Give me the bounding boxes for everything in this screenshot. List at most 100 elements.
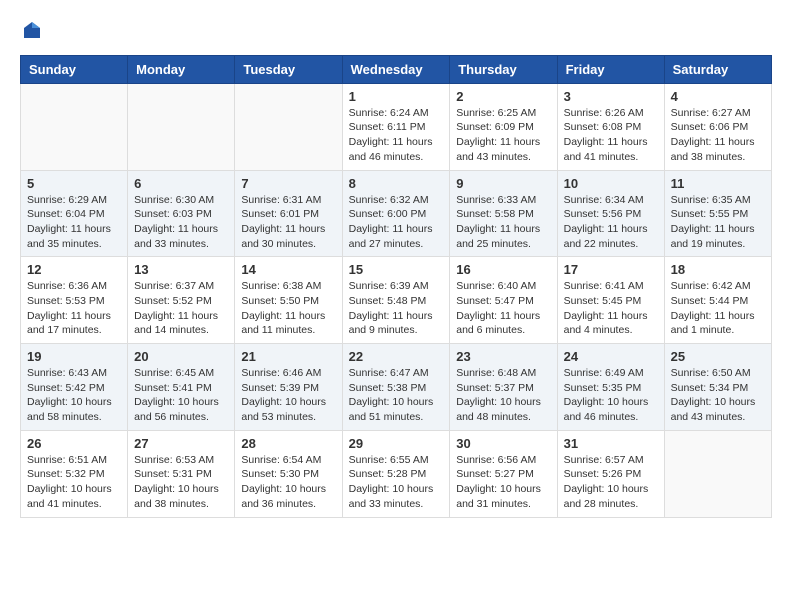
day-info: Sunrise: 6:54 AM Sunset: 5:30 PM Dayligh… [241, 453, 335, 512]
calendar-cell: 8 Sunrise: 6:32 AM Sunset: 6:00 PM Daylig… [342, 170, 450, 257]
calendar-cell: 9 Sunrise: 6:33 AM Sunset: 5:58 PM Daylig… [450, 170, 557, 257]
col-header-tuesday: Tuesday [235, 55, 342, 83]
day-info: Sunrise: 6:34 AM Sunset: 5:56 PM Dayligh… [564, 193, 658, 252]
day-number: 24 [564, 349, 658, 364]
day-info: Sunrise: 6:51 AM Sunset: 5:32 PM Dayligh… [27, 453, 121, 512]
day-number: 31 [564, 436, 658, 451]
day-info: Sunrise: 6:31 AM Sunset: 6:01 PM Dayligh… [241, 193, 335, 252]
calendar-cell [128, 83, 235, 170]
day-number: 29 [349, 436, 444, 451]
day-info: Sunrise: 6:56 AM Sunset: 5:27 PM Dayligh… [456, 453, 550, 512]
calendar-cell: 19 Sunrise: 6:43 AM Sunset: 5:42 PM Dayli… [21, 344, 128, 431]
day-number: 16 [456, 262, 550, 277]
calendar-cell [235, 83, 342, 170]
day-number: 8 [349, 176, 444, 191]
day-number: 11 [671, 176, 765, 191]
day-number: 19 [27, 349, 121, 364]
calendar-cell: 6Sunrise: 6:30 AM Sunset: 6:03 PM Daylig… [128, 170, 235, 257]
day-info: Sunrise: 6:47 AM Sunset: 5:38 PM Dayligh… [349, 366, 444, 425]
calendar-cell: 2Sunrise: 6:25 AM Sunset: 6:09 PM Daylig… [450, 83, 557, 170]
day-number: 4 [671, 89, 765, 104]
calendar-cell: 26 Sunrise: 6:51 AM Sunset: 5:32 PM Dayli… [21, 430, 128, 517]
day-info: Sunrise: 6:53 AM Sunset: 5:31 PM Dayligh… [134, 453, 228, 512]
day-number: 25 [671, 349, 765, 364]
day-number: 27 [134, 436, 228, 451]
header [20, 20, 772, 45]
day-info: Sunrise: 6:50 AM Sunset: 5:34 PM Dayligh… [671, 366, 765, 425]
day-number: 22 [349, 349, 444, 364]
day-number: 5 [27, 176, 121, 191]
day-info: Sunrise: 6:38 AM Sunset: 5:50 PM Dayligh… [241, 279, 335, 338]
col-header-saturday: Saturday [664, 55, 771, 83]
day-info: Sunrise: 6:42 AM Sunset: 5:44 PM Dayligh… [671, 279, 765, 338]
calendar-cell: 12Sunrise: 6:36 AM Sunset: 5:53 PM Dayli… [21, 257, 128, 344]
calendar-week-2: 12Sunrise: 6:36 AM Sunset: 5:53 PM Dayli… [21, 257, 772, 344]
calendar-cell: 5Sunrise: 6:29 AM Sunset: 6:04 PM Daylig… [21, 170, 128, 257]
day-info: Sunrise: 6:27 AM Sunset: 6:06 PM Dayligh… [671, 106, 765, 165]
calendar-cell: 1 Sunrise: 6:24 AM Sunset: 6:11 PM Daylig… [342, 83, 450, 170]
calendar-cell: 13 Sunrise: 6:37 AM Sunset: 5:52 PM Dayli… [128, 257, 235, 344]
day-number: 13 [134, 262, 228, 277]
calendar-cell: 23Sunrise: 6:48 AM Sunset: 5:37 PM Dayli… [450, 344, 557, 431]
logo-text [20, 20, 42, 45]
calendar-week-3: 19 Sunrise: 6:43 AM Sunset: 5:42 PM Dayli… [21, 344, 772, 431]
calendar-cell: 15Sunrise: 6:39 AM Sunset: 5:48 PM Dayli… [342, 257, 450, 344]
calendar-cell: 17Sunrise: 6:41 AM Sunset: 5:45 PM Dayli… [557, 257, 664, 344]
day-info: Sunrise: 6:57 AM Sunset: 5:26 PM Dayligh… [564, 453, 658, 512]
day-number: 26 [27, 436, 121, 451]
day-number: 18 [671, 262, 765, 277]
calendar-cell: 11 Sunrise: 6:35 AM Sunset: 5:55 PM Dayli… [664, 170, 771, 257]
calendar-cell: 28Sunrise: 6:54 AM Sunset: 5:30 PM Dayli… [235, 430, 342, 517]
day-info: Sunrise: 6:32 AM Sunset: 6:00 PM Dayligh… [349, 193, 444, 252]
calendar-cell: 27 Sunrise: 6:53 AM Sunset: 5:31 PM Dayli… [128, 430, 235, 517]
day-info: Sunrise: 6:24 AM Sunset: 6:11 PM Dayligh… [349, 106, 444, 165]
day-info: Sunrise: 6:26 AM Sunset: 6:08 PM Dayligh… [564, 106, 658, 165]
calendar-cell [21, 83, 128, 170]
calendar-cell: 20Sunrise: 6:45 AM Sunset: 5:41 PM Dayli… [128, 344, 235, 431]
day-info: Sunrise: 6:55 AM Sunset: 5:28 PM Dayligh… [349, 453, 444, 512]
day-info: Sunrise: 6:33 AM Sunset: 5:58 PM Dayligh… [456, 193, 550, 252]
calendar-week-0: 1 Sunrise: 6:24 AM Sunset: 6:11 PM Daylig… [21, 83, 772, 170]
day-number: 3 [564, 89, 658, 104]
day-info: Sunrise: 6:48 AM Sunset: 5:37 PM Dayligh… [456, 366, 550, 425]
calendar-week-4: 26 Sunrise: 6:51 AM Sunset: 5:32 PM Dayli… [21, 430, 772, 517]
day-number: 21 [241, 349, 335, 364]
day-number: 10 [564, 176, 658, 191]
day-info: Sunrise: 6:37 AM Sunset: 5:52 PM Dayligh… [134, 279, 228, 338]
calendar: SundayMondayTuesdayWednesdayThursdayFrid… [20, 55, 772, 518]
day-number: 20 [134, 349, 228, 364]
day-info: Sunrise: 6:46 AM Sunset: 5:39 PM Dayligh… [241, 366, 335, 425]
col-header-sunday: Sunday [21, 55, 128, 83]
calendar-cell: 22 Sunrise: 6:47 AM Sunset: 5:38 PM Dayli… [342, 344, 450, 431]
logo [20, 20, 42, 45]
col-header-thursday: Thursday [450, 55, 557, 83]
day-info: Sunrise: 6:35 AM Sunset: 5:55 PM Dayligh… [671, 193, 765, 252]
col-header-friday: Friday [557, 55, 664, 83]
day-number: 30 [456, 436, 550, 451]
calendar-cell: 25 Sunrise: 6:50 AM Sunset: 5:34 PM Dayli… [664, 344, 771, 431]
day-info: Sunrise: 6:49 AM Sunset: 5:35 PM Dayligh… [564, 366, 658, 425]
day-info: Sunrise: 6:43 AM Sunset: 5:42 PM Dayligh… [27, 366, 121, 425]
day-number: 1 [349, 89, 444, 104]
day-number: 15 [349, 262, 444, 277]
logo-icon [22, 20, 42, 40]
day-info: Sunrise: 6:25 AM Sunset: 6:09 PM Dayligh… [456, 106, 550, 165]
day-info: Sunrise: 6:41 AM Sunset: 5:45 PM Dayligh… [564, 279, 658, 338]
day-number: 9 [456, 176, 550, 191]
day-number: 14 [241, 262, 335, 277]
page: SundayMondayTuesdayWednesdayThursdayFrid… [0, 0, 792, 528]
calendar-cell: 24 Sunrise: 6:49 AM Sunset: 5:35 PM Dayli… [557, 344, 664, 431]
col-header-monday: Monday [128, 55, 235, 83]
calendar-cell: 18 Sunrise: 6:42 AM Sunset: 5:44 PM Dayli… [664, 257, 771, 344]
calendar-cell: 14 Sunrise: 6:38 AM Sunset: 5:50 PM Dayli… [235, 257, 342, 344]
day-number: 7 [241, 176, 335, 191]
calendar-cell [664, 430, 771, 517]
calendar-cell: 29 Sunrise: 6:55 AM Sunset: 5:28 PM Dayli… [342, 430, 450, 517]
calendar-cell: 16 Sunrise: 6:40 AM Sunset: 5:47 PM Dayli… [450, 257, 557, 344]
calendar-cell: 21 Sunrise: 6:46 AM Sunset: 5:39 PM Dayli… [235, 344, 342, 431]
day-info: Sunrise: 6:40 AM Sunset: 5:47 PM Dayligh… [456, 279, 550, 338]
calendar-cell: 3 Sunrise: 6:26 AM Sunset: 6:08 PM Daylig… [557, 83, 664, 170]
calendar-cell: 7 Sunrise: 6:31 AM Sunset: 6:01 PM Daylig… [235, 170, 342, 257]
day-info: Sunrise: 6:36 AM Sunset: 5:53 PM Dayligh… [27, 279, 121, 338]
day-number: 6 [134, 176, 228, 191]
